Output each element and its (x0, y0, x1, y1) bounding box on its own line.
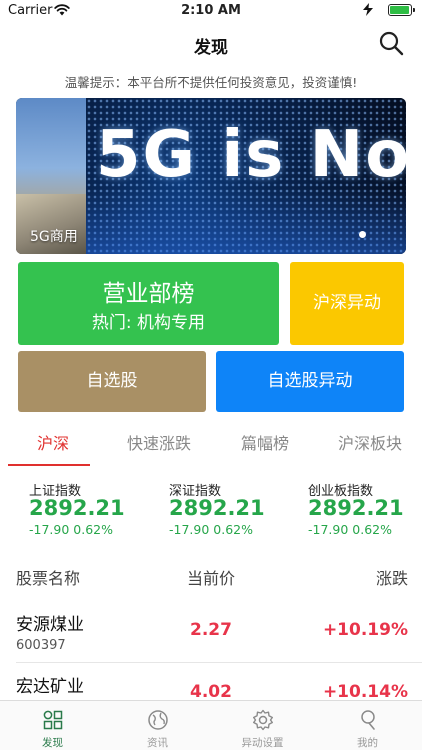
broker-ranking-subtitle: 热门: 机构专用 (91, 313, 206, 333)
index-change: -17.90 0.62% (308, 522, 392, 537)
tab-fast-move[interactable]: 快速涨跌 (127, 430, 191, 454)
header-current-price: 当前价 (187, 569, 236, 588)
hs-move-tile[interactable]: 沪深异动 (290, 262, 404, 345)
stock-table-header: 股票名称 当前价 涨跌 (0, 565, 422, 589)
charging-icon (363, 3, 373, 16)
index-value: 2892.21 (169, 496, 265, 520)
tabbar-label: 发现 (42, 737, 63, 749)
watchlist-tile[interactable]: 自选股 (18, 351, 206, 412)
discover-icon (43, 710, 63, 730)
banner-headline: 5G is No (96, 118, 406, 192)
battery-icon (388, 4, 415, 16)
index-shanghai[interactable]: 上证指数 2892.21 -17.90 0.62% (29, 478, 159, 542)
stock-name: 安源煤业 (16, 615, 84, 635)
banner-slide-main[interactable]: 5G is No (86, 98, 406, 254)
index-change: -17.90 0.62% (29, 522, 113, 537)
index-chinext[interactable]: 创业板指数 2892.21 -17.90 0.62% (308, 478, 422, 542)
index-value: 2892.21 (29, 496, 125, 520)
tabbar-label: 异动设置 (241, 737, 284, 749)
watchlist-move-tile[interactable]: 自选股异动 (216, 351, 404, 412)
tabbar-alert-settings[interactable]: 异动设置 (210, 701, 315, 750)
tab-hushen[interactable]: 沪深 (37, 430, 69, 454)
market-tabs: 沪深 快速涨跌 篇幅榜 沪深板块 (0, 424, 422, 466)
profile-icon (361, 710, 375, 730)
header-stock-name: 股票名称 (16, 569, 81, 588)
tab-length-rank[interactable]: 篇幅榜 (241, 430, 289, 454)
clock: 2:10 AM (181, 3, 241, 18)
tabbar-discover[interactable]: 发现 (0, 701, 105, 750)
bottom-tab-bar: 发现 资讯 异动设置 我的 (0, 700, 422, 750)
globe-icon (148, 710, 168, 730)
index-change: -17.90 0.62% (169, 522, 253, 537)
stock-change: +10.19% (322, 620, 408, 640)
banner-caption: 5G商用 (30, 229, 78, 245)
banner-carousel[interactable]: 5G商用 5G is No (16, 98, 406, 254)
index-value: 2892.21 (308, 496, 404, 520)
stock-price: 2.27 (190, 620, 232, 640)
tabbar-label: 资讯 (147, 737, 168, 749)
search-icon[interactable] (378, 30, 404, 56)
stock-code: 600397 (16, 638, 66, 653)
table-row[interactable]: 安源煤业 600397 2.27 +10.19% (0, 602, 422, 664)
carousel-page-indicator (359, 231, 366, 238)
active-tab-indicator (8, 464, 90, 466)
broker-ranking-tile[interactable]: 营业部榜 热门: 机构专用 (18, 262, 279, 345)
index-shenzhen[interactable]: 深证指数 2892.21 -17.90 0.62% (169, 478, 299, 542)
broker-ranking-title: 营业部榜 (102, 281, 195, 307)
stock-price: 4.02 (190, 682, 232, 702)
risk-notice: 温馨提示：本平台所不提供任何投资意见，投资谨慎! (64, 75, 358, 90)
header-change: 涨跌 (375, 569, 408, 588)
tabbar-news[interactable]: 资讯 (105, 701, 210, 750)
gear-icon (253, 709, 273, 731)
page-title: 发现 (194, 38, 228, 58)
stock-change: +10.14% (322, 682, 408, 702)
tabbar-label: 我的 (357, 737, 378, 749)
row-divider (16, 662, 422, 663)
tabbar-profile[interactable]: 我的 (315, 701, 420, 750)
status-bar: Carrier 2:10 AM (0, 0, 422, 22)
nav-bar: 发现 (0, 22, 422, 66)
tab-hushen-sector[interactable]: 沪深板块 (338, 430, 402, 454)
stock-name: 宏达矿业 (16, 677, 84, 697)
